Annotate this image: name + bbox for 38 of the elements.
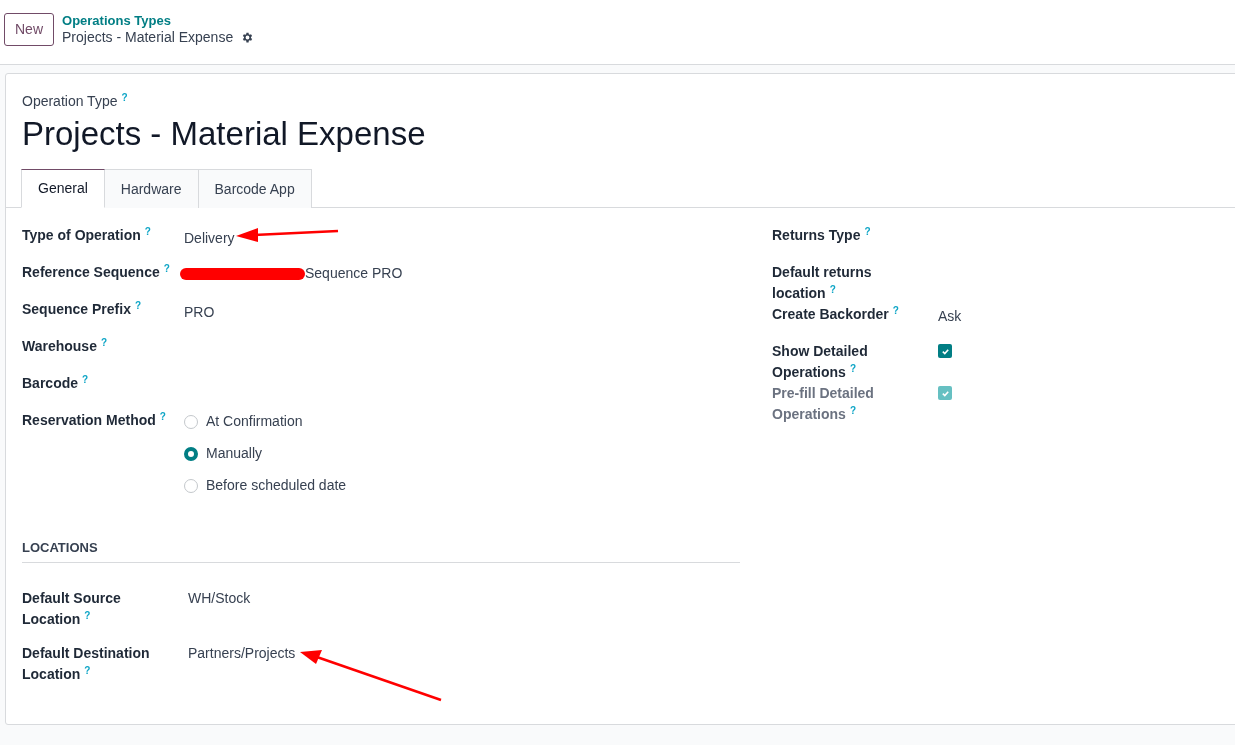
record-name: Projects - Material Expense <box>62 29 234 46</box>
field-label: Reservation Method $^{?}$ <box>22 410 167 430</box>
section-heading: LOCATIONS <box>22 540 98 555</box>
field-value: PRO <box>184 304 215 320</box>
overline-label: Operation Type $^{?}$ <box>22 91 128 111</box>
radio-label[interactable]: At Confirmation <box>206 411 303 432</box>
breadcrumb-link[interactable]: Operations Types <box>62 12 255 29</box>
field-value: WH/Stock <box>188 589 251 608</box>
field-value: Partners/Projects <box>188 644 296 663</box>
field-label: Pre-fill Detailed Operations $^{?}$ <box>772 384 875 424</box>
radio-button[interactable] <box>184 478 198 493</box>
field-label: Returns Type $^{?}$ <box>772 225 872 245</box>
radio-label[interactable]: Before scheduled date <box>206 475 347 496</box>
field-label: Show Detailed Operations $^{?}$ <box>772 342 869 382</box>
field-label: Type of Operation $^{?}$ <box>22 225 152 245</box>
radio-button[interactable] <box>184 414 198 429</box>
radio-button[interactable] <box>184 446 198 461</box>
check-icon <box>940 346 950 356</box>
field-label: Sequence Prefix $^{?}$ <box>22 299 143 319</box>
field-label: Default Source Location $^{?}$ <box>22 589 122 629</box>
field-label: Warehouse $^{?}$ <box>22 336 109 356</box>
field-label: Default returns location $^{?}$ <box>772 263 873 303</box>
tab[interactable]: Hardware <box>103 169 199 208</box>
field-value: Ask <box>938 308 962 324</box>
field-label: Default Destination Location $^{?}$ <box>22 644 151 684</box>
tab[interactable]: Barcode App <box>197 169 312 208</box>
field-label: Create Backorder $^{?}$ <box>772 304 900 324</box>
radio-label[interactable]: Manually <box>206 443 263 464</box>
field-value: Sequence PRO <box>305 264 403 283</box>
field-label: Barcode $^{?}$ <box>22 373 90 393</box>
field-label: Reference Sequence $^{?}$ <box>22 262 171 282</box>
tab[interactable]: General <box>21 169 105 208</box>
settings-icon[interactable] <box>241 31 255 44</box>
checkbox[interactable] <box>938 344 952 358</box>
check-icon <box>940 388 950 398</box>
record-title: Projects - Material Expense <box>22 114 427 154</box>
field-value: Delivery <box>184 230 235 246</box>
new-button[interactable]: New <box>4 13 54 46</box>
